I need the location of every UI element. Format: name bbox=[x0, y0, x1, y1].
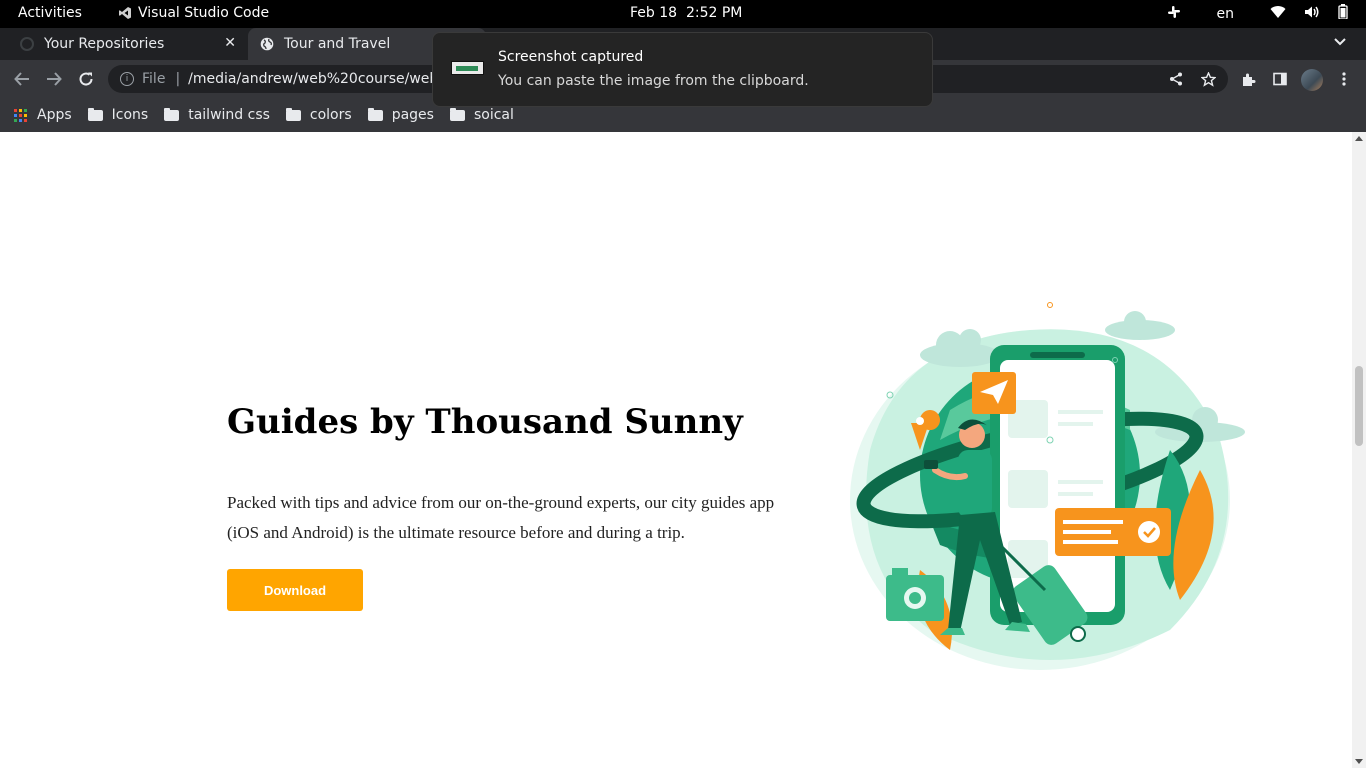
vscode-icon bbox=[119, 7, 131, 19]
tab-search-chevron-icon[interactable] bbox=[1334, 34, 1346, 50]
app-menu[interactable]: Visual Studio Code bbox=[118, 5, 269, 21]
folder-icon bbox=[164, 107, 180, 121]
notification-title: Screenshot captured bbox=[498, 49, 644, 65]
folder-icon bbox=[87, 107, 103, 121]
slack-icon[interactable] bbox=[1167, 5, 1181, 23]
bookmark-label: Icons bbox=[111, 107, 149, 123]
apps-grid-icon bbox=[14, 108, 27, 122]
hero-title: Guides by Thousand Sunny bbox=[227, 402, 743, 442]
system-tray: en bbox=[1167, 4, 1349, 23]
language-indicator[interactable]: en bbox=[1217, 6, 1235, 22]
scroll-down-arrow-icon[interactable] bbox=[1355, 759, 1363, 764]
reload-icon[interactable] bbox=[76, 69, 96, 89]
profile-avatar[interactable] bbox=[1301, 69, 1323, 91]
bookmark-label: colors bbox=[309, 107, 352, 123]
activities-button[interactable]: Activities bbox=[18, 5, 82, 21]
bookmark-star-icon[interactable] bbox=[1199, 70, 1217, 88]
folder-icon bbox=[449, 107, 465, 121]
app-name: Visual Studio Code bbox=[138, 5, 270, 21]
github-icon bbox=[20, 37, 34, 51]
clock[interactable]: Feb 18 2:52 PM bbox=[630, 5, 742, 21]
url-text[interactable]: /media/andrew/web%20course/web/Pr bbox=[188, 71, 457, 87]
scrollbar-thumb[interactable] bbox=[1355, 366, 1363, 446]
tab-title: Your Repositories bbox=[44, 36, 165, 52]
battery-icon[interactable] bbox=[1338, 4, 1348, 23]
back-icon[interactable] bbox=[12, 69, 32, 89]
hero-description: Packed with tips and advice from our on-… bbox=[227, 493, 775, 542]
volume-icon[interactable] bbox=[1304, 5, 1320, 23]
page-scrollbar[interactable] bbox=[1352, 132, 1366, 768]
bookmark-apps[interactable]: Apps bbox=[14, 107, 72, 123]
tab-your-repositories[interactable]: Your Repositories ✕ bbox=[0, 28, 248, 60]
forward-icon[interactable] bbox=[44, 69, 64, 89]
clock-date: Feb 18 bbox=[630, 5, 678, 21]
bookmark-label: soical bbox=[473, 107, 514, 123]
bookmark-label: tailwind css bbox=[188, 107, 270, 123]
close-icon[interactable]: ✕ bbox=[224, 35, 236, 51]
screenshot-thumbnail bbox=[451, 61, 484, 75]
globe-icon bbox=[260, 37, 274, 51]
bookmark-tailwind-css[interactable]: tailwind css bbox=[164, 107, 270, 123]
screenshot-notification[interactable]: Screenshot captured You can paste the im… bbox=[432, 32, 933, 107]
clock-time: 2:52 PM bbox=[685, 5, 743, 21]
info-icon[interactable]: i bbox=[120, 72, 134, 86]
bookmark-pages[interactable]: pages bbox=[367, 107, 434, 123]
wifi-icon[interactable] bbox=[1270, 5, 1286, 23]
folder-icon bbox=[285, 107, 301, 121]
notification-body: You can paste the image from the clipboa… bbox=[498, 73, 809, 89]
bookmark-colors[interactable]: colors bbox=[285, 107, 352, 123]
bookmark-label: Apps bbox=[37, 107, 72, 123]
tab-title: Tour and Travel bbox=[284, 36, 391, 52]
scheme-label: File bbox=[142, 71, 166, 87]
download-button[interactable]: Download bbox=[227, 569, 363, 611]
scroll-up-arrow-icon[interactable] bbox=[1355, 136, 1363, 141]
bookmark-label: pages bbox=[391, 107, 434, 123]
web-page: Guides by Thousand Sunny Packed with tip… bbox=[0, 132, 1352, 768]
share-icon[interactable] bbox=[1167, 70, 1185, 88]
system-top-bar: Activities Visual Studio Code Feb 18 2:5… bbox=[0, 0, 1366, 28]
bookmark-icons[interactable]: Icons bbox=[87, 107, 149, 123]
extensions-icon[interactable] bbox=[1239, 70, 1257, 88]
bookmark-soical[interactable]: soical bbox=[449, 107, 514, 123]
menu-icon[interactable] bbox=[1335, 70, 1353, 88]
travel-app-illustration bbox=[850, 302, 1245, 670]
address-separator: | bbox=[175, 71, 181, 87]
side-panel-icon[interactable] bbox=[1271, 70, 1289, 88]
folder-icon bbox=[367, 107, 383, 121]
